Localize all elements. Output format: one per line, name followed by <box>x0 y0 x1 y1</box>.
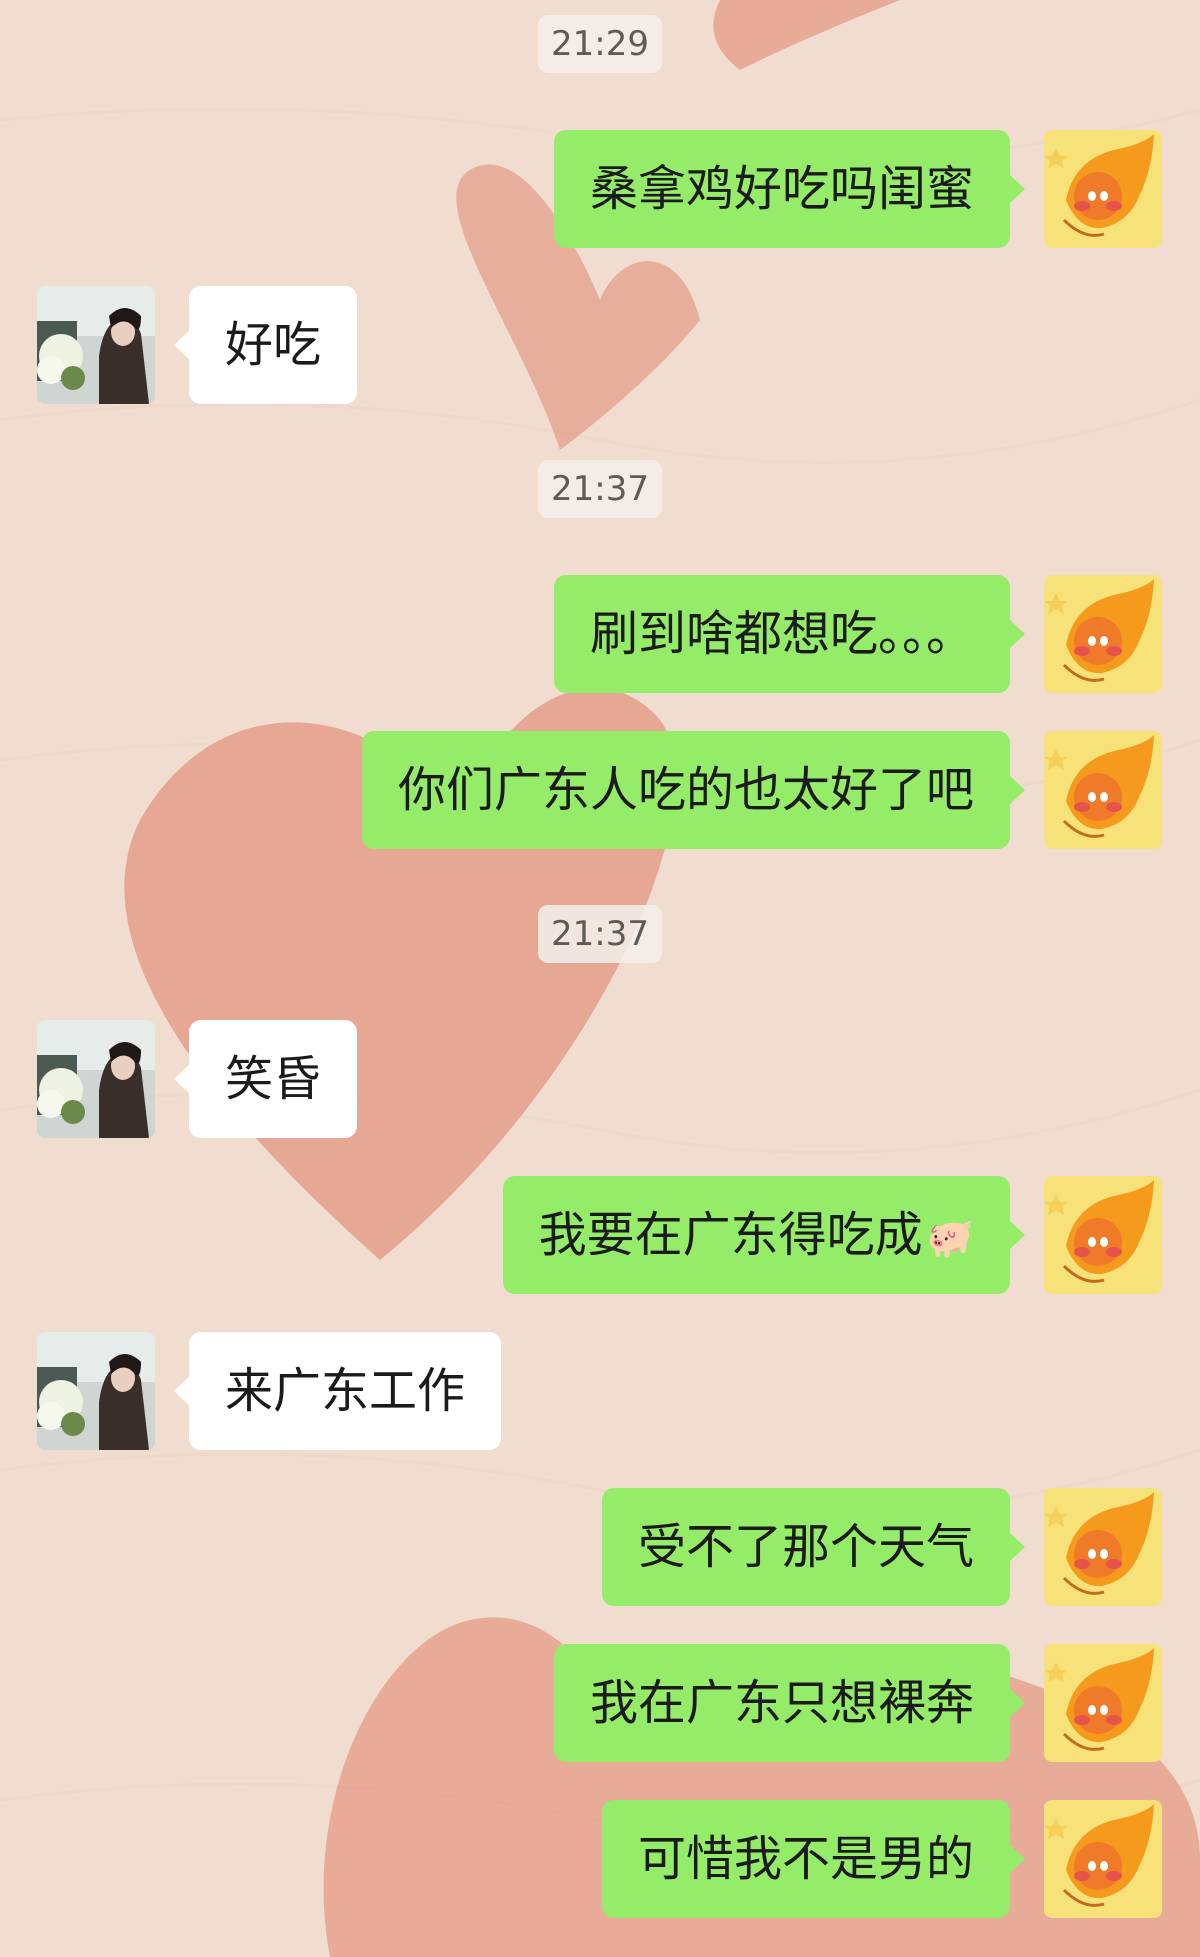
chat-area[interactable]: 21:29 桑拿鸡好吃吗闺蜜 好吃 21:37 刷到啥都想吃。。。 你们广东人吃… <box>0 0 1200 1957</box>
message-text: 我要在广东得吃成 <box>538 1207 923 1263</box>
my-avatar-icon[interactable] <box>1044 1488 1162 1606</box>
pig-emoji-icon: 🐖 <box>926 1216 974 1260</box>
message-bubble-sent[interactable]: 受不了那个天气 <box>601 1488 1026 1606</box>
my-avatar-icon[interactable] <box>1044 1800 1162 1918</box>
contact-avatar-icon[interactable] <box>37 286 155 404</box>
message-bubble-received[interactable]: 笑昏 <box>173 1020 358 1138</box>
my-avatar-icon[interactable] <box>1044 731 1162 849</box>
message-bubble-sent[interactable]: 我在广东只想裸奔 <box>553 1644 1026 1762</box>
message-bubble-sent[interactable]: 刷到啥都想吃。。。 <box>553 575 1026 693</box>
timestamp: 21:37 <box>538 460 662 518</box>
message-bubble-sent[interactable]: 桑拿鸡好吃吗闺蜜 <box>553 130 1026 248</box>
my-avatar-icon[interactable] <box>1044 1644 1162 1762</box>
message-bubble-sent[interactable]: 你们广东人吃的也太好了吧 <box>361 731 1026 849</box>
timestamp: 21:37 <box>538 905 662 963</box>
message-bubble-received[interactable]: 来广东工作 <box>173 1332 502 1450</box>
my-avatar-icon[interactable] <box>1044 1176 1162 1294</box>
contact-avatar-icon[interactable] <box>37 1332 155 1450</box>
message-bubble-sent[interactable]: 我要在广东得吃成 🐖 <box>502 1176 1026 1294</box>
contact-avatar-icon[interactable] <box>37 1020 155 1138</box>
message-bubble-sent[interactable]: 可惜我不是男的 <box>601 1800 1026 1918</box>
message-bubble-received[interactable]: 好吃 <box>173 286 358 404</box>
my-avatar-icon[interactable] <box>1044 575 1162 693</box>
timestamp: 21:29 <box>538 15 662 73</box>
my-avatar-icon[interactable] <box>1044 130 1162 248</box>
